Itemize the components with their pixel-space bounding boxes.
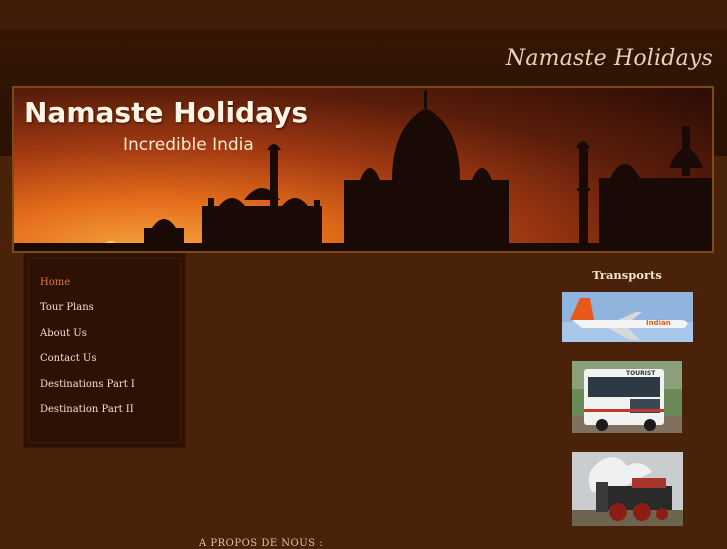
steam-train-photo-icon — [572, 452, 683, 526]
airline-logo-text: Indian — [646, 319, 671, 327]
footer-about-link[interactable]: A PROPOS DE NOUS : — [199, 538, 323, 549]
site-title: Namaste Holidays — [505, 46, 713, 71]
nav-item-destination-part-2[interactable]: Destination Part II — [40, 404, 134, 415]
nav-item-home[interactable]: Home — [40, 277, 70, 288]
nav-item-about-us[interactable]: About Us — [40, 328, 87, 339]
top-band — [0, 0, 727, 30]
nav-item-destinations-part-1[interactable]: Destinations Part I — [40, 379, 135, 390]
banner-title: Namaste Holidays — [24, 96, 309, 129]
banner-subtitle: Incredible India — [123, 135, 254, 155]
transports-heading: Transports — [592, 268, 662, 282]
header-banner: Namaste Holidays Incredible India — [12, 86, 714, 253]
airplane-photo-icon: Indian — [562, 292, 693, 342]
nav-item-contact-us[interactable]: Contact Us — [40, 353, 96, 364]
nav-item-tour-plans[interactable]: Tour Plans — [40, 302, 94, 313]
bus-sign-text: TOURIST — [626, 370, 656, 377]
sidebar-nav: Home Tour Plans About Us Contact Us Dest… — [23, 253, 186, 448]
tourist-bus-photo-icon: TOURIST — [572, 361, 682, 433]
